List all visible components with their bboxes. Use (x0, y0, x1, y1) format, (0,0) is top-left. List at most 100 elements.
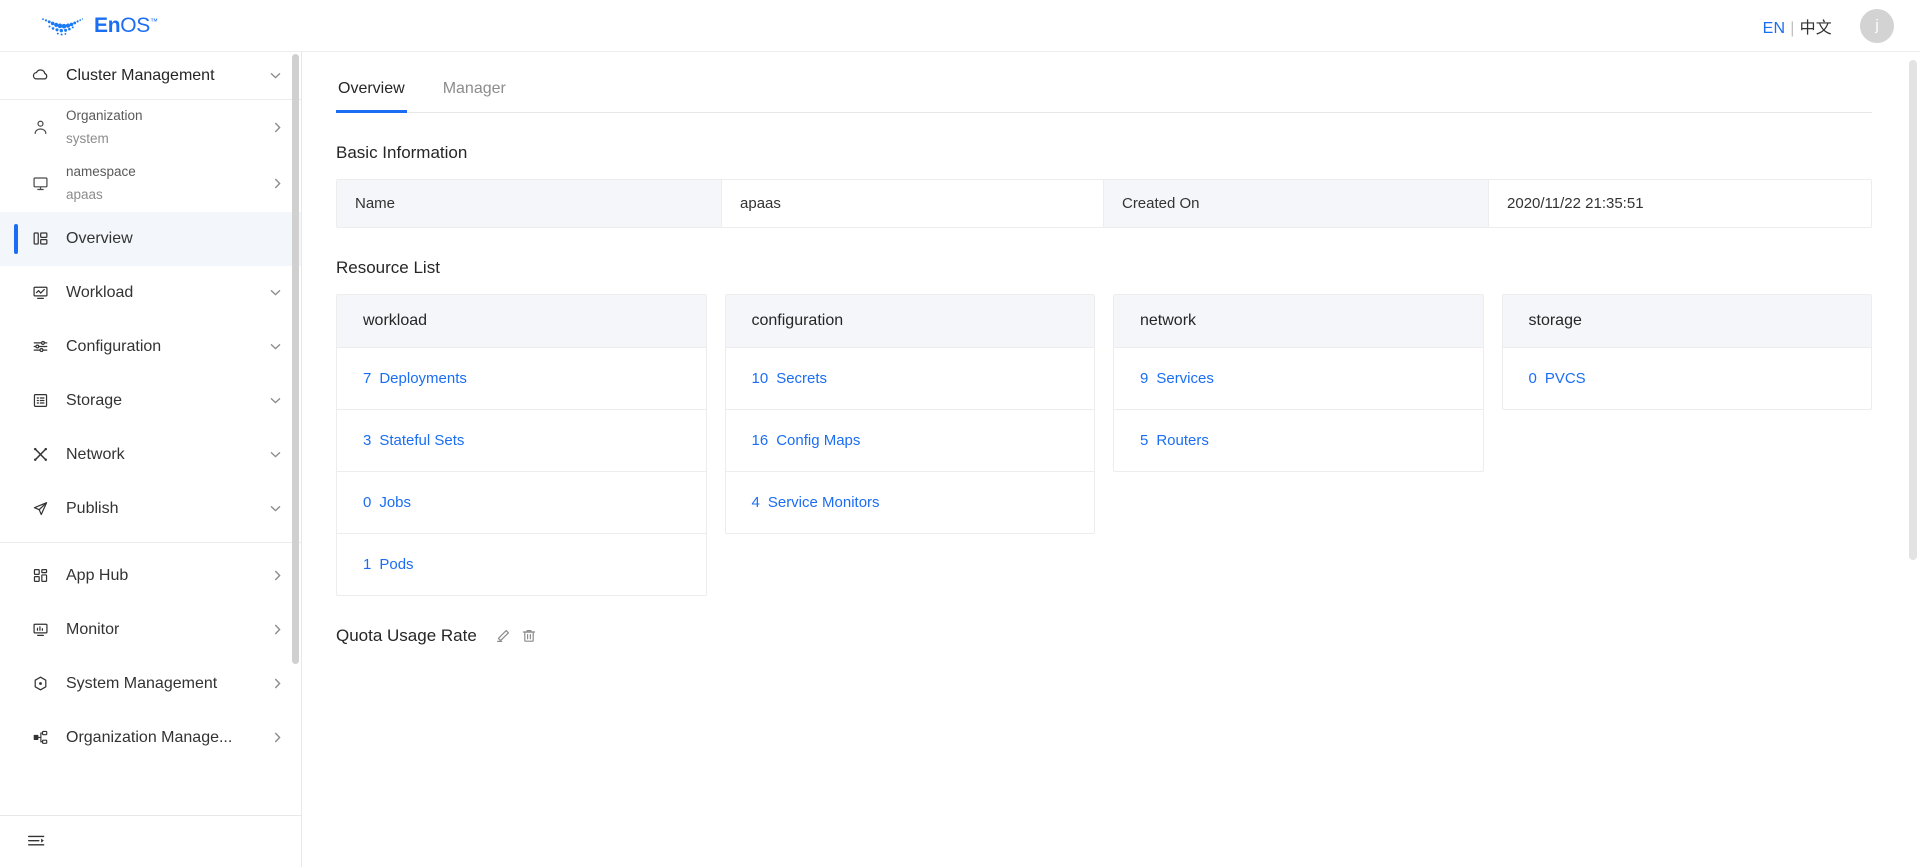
context-org-line2: system (66, 130, 109, 146)
user-icon (30, 119, 50, 136)
info-label-created-on: Created On (1103, 180, 1490, 227)
top-header-bar: EnOS™ EN | 中文 j (0, 0, 1920, 52)
basic-information-table: Name apaas Created On 2020/11/22 21:35:5… (336, 179, 1872, 228)
lang-separator: | (1790, 19, 1795, 37)
resource-label: Pods (379, 556, 414, 573)
resource-row-jobs[interactable]: 0 Jobs (337, 472, 706, 534)
sidebar-item-label: Configuration (66, 337, 162, 355)
monitor-chart-icon (30, 621, 50, 638)
tab-overview[interactable]: Overview (336, 74, 407, 113)
basic-information-title: Basic Information (336, 143, 468, 162)
apps-icon (30, 567, 50, 584)
sidebar-context-organization[interactable]: Organization system (0, 100, 301, 156)
enos-logo[interactable]: EnOS™ (40, 14, 158, 38)
sidebar-item-label: Network (66, 445, 125, 463)
resource-row-pvcs[interactable]: 0 PVCS (1503, 348, 1872, 409)
sidebar-item-system-management[interactable]: System Management (0, 657, 301, 711)
resource-card-storage: storage 0 PVCS (1501, 294, 1872, 410)
resource-label: Services (1156, 370, 1214, 387)
sidebar-item-network[interactable]: Network (0, 428, 301, 482)
sidebar-item-label: Storage (66, 391, 123, 409)
sidebar-item-storage[interactable]: Storage (0, 374, 301, 428)
language-switcher: EN | 中文 (1763, 14, 1832, 38)
logo-trademark: ™ (150, 16, 158, 26)
resource-label: Stateful Sets (379, 432, 465, 449)
sidebar-item-configuration[interactable]: Configuration (0, 320, 301, 374)
resource-label: Service Monitors (767, 494, 880, 511)
resource-count: 5 (1140, 432, 1149, 449)
avatar[interactable]: j (1860, 8, 1894, 43)
resource-count: 0 (363, 494, 372, 511)
collapse-sidebar-icon[interactable] (26, 831, 47, 852)
context-ns-line2: apaas (66, 186, 103, 202)
resource-row-secrets[interactable]: 10 Secrets (725, 348, 1094, 410)
content-tabs: Overview Manager (336, 74, 1872, 113)
page-scrollbar[interactable] (1909, 60, 1917, 560)
main-inner: Overview Manager Basic Information Name … (302, 52, 1920, 646)
lang-en-option[interactable]: EN (1763, 20, 1786, 37)
resource-row-stateful-sets[interactable]: 3 Stateful Sets (337, 410, 706, 472)
chevron-right-icon (274, 678, 281, 689)
sidebar-item-label: Publish (66, 499, 119, 517)
resource-label: Config Maps (776, 432, 861, 449)
dashboard-icon (30, 230, 50, 247)
resource-card-configuration: configuration 10 Secrets 16 Config Maps … (724, 294, 1095, 534)
lang-zh-option[interactable]: 中文 (1800, 20, 1832, 37)
chevron-down-icon (270, 451, 281, 458)
resource-card-workload: workload 7 Deployments 3 Stateful Sets 0… (336, 294, 707, 596)
sidebar-context-namespace[interactable]: namespace apaas (0, 156, 301, 212)
sidebar-item-monitor[interactable]: Monitor (0, 603, 301, 657)
card-title: workload (337, 295, 706, 348)
sidebar-item-label: Overview (66, 229, 133, 247)
quota-usage-rate-title: Quota Usage Rate (336, 626, 477, 645)
sidebar-cluster-management[interactable]: Cluster Management (0, 52, 301, 100)
resource-row-services[interactable]: 9 Services (1114, 348, 1483, 410)
sidebar-footer (0, 815, 301, 867)
sidebar-item-overview[interactable]: Overview (0, 211, 301, 266)
main-content: Overview Manager Basic Information Name … (302, 52, 1920, 867)
app-root: EnOS™ EN | 中文 j Cluster Management Organ… (0, 0, 1920, 867)
monitor-icon (30, 175, 50, 192)
sidebar-item-workload[interactable]: Workload (0, 266, 301, 320)
chevron-right-icon (274, 570, 281, 581)
sidebar-context-namespace-text: namespace apaas (66, 162, 258, 206)
card-title: configuration (725, 295, 1094, 348)
resource-count: 7 (363, 370, 372, 387)
cloud-icon (30, 66, 50, 85)
resource-row-pods[interactable]: 1 Pods (337, 534, 706, 595)
sidebar-scrollbar[interactable] (292, 54, 299, 664)
resource-row-routers[interactable]: 5 Routers (1114, 410, 1483, 471)
sidebar-item-label: Monitor (66, 620, 120, 638)
resource-count: 16 (751, 432, 769, 449)
resource-count: 1 (363, 556, 372, 573)
sidebar-item-label: Workload (66, 283, 134, 301)
sidebar-item-label: Organization Manage... (66, 728, 233, 746)
sidebar-item-publish[interactable]: Publish (0, 482, 301, 536)
info-value-created-on: 2020/11/22 21:35:51 (1489, 180, 1871, 227)
resource-row-service-monitors[interactable]: 4 Service Monitors (726, 472, 1095, 533)
workload-icon (30, 284, 50, 301)
resource-list-title: Resource List (336, 258, 440, 277)
storage-icon (30, 392, 50, 409)
sidebar-divider (0, 541, 301, 543)
resource-row-config-maps[interactable]: 16 Config Maps (725, 410, 1094, 472)
body-row: Cluster Management Organization system n… (0, 52, 1920, 867)
resource-label: Routers (1156, 432, 1209, 449)
chevron-down-icon (270, 289, 281, 296)
trash-icon[interactable] (521, 628, 537, 644)
resource-row-deployments[interactable]: 7 Deployments (337, 348, 706, 410)
sidebar: Cluster Management Organization system n… (0, 52, 302, 867)
chevron-down-icon (270, 397, 281, 404)
card-title: storage (1502, 295, 1871, 348)
logo-en: En (94, 13, 121, 37)
chevron-down-icon (270, 72, 281, 79)
edit-pencil-icon[interactable] (495, 628, 511, 644)
tab-manager[interactable]: Manager (441, 74, 508, 112)
resource-count: 10 (751, 370, 769, 387)
resource-count: 4 (751, 494, 760, 511)
sidebar-item-organization-management[interactable]: Organization Manage... (0, 711, 301, 765)
chevron-down-icon (270, 343, 281, 350)
chevron-right-icon (274, 122, 281, 133)
sidebar-item-app-hub[interactable]: App Hub (0, 549, 301, 603)
enos-logo-mark (40, 15, 86, 37)
